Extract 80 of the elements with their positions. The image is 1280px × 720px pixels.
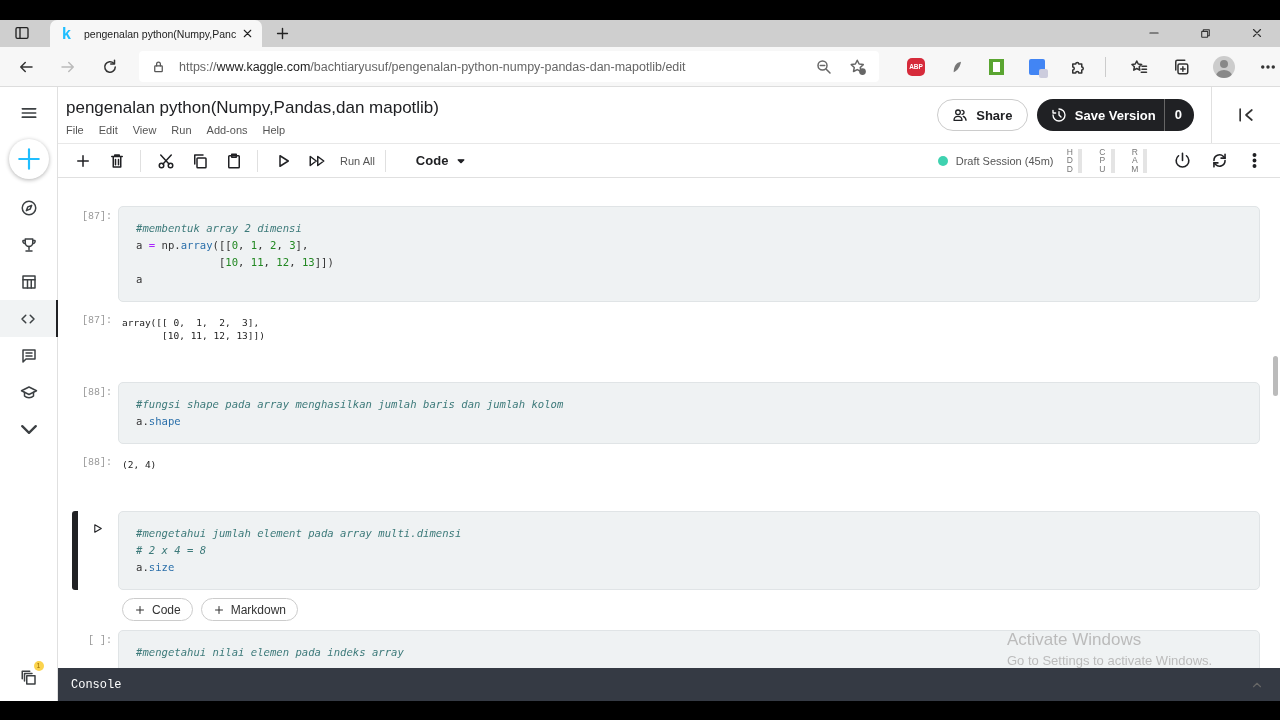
code-line: # 2 x 4 = 8 (136, 543, 207, 558)
cell-prompt: [ ]: (88, 635, 112, 646)
address-field[interactable]: https://www.kaggle.com/bachtiaryusuf/pengenalan-python-numpy-pandas-dan-mapotlib/edit (139, 51, 879, 82)
restart-icon[interactable] (1210, 151, 1229, 170)
code-line: a (136, 272, 143, 287)
close-icon[interactable] (241, 27, 254, 40)
add-markdown-button[interactable]: Markdown (200, 598, 299, 621)
code-cell[interactable]: #membentuk array 2 dimensi a = np.array([[0, 1, 2, 3], [10, 11, 12, 13]]) a (118, 206, 1260, 302)
code-cell[interactable]: #fungsi shape pada array menghasilkan jumlah baris dan jumlah kolom a.shape (118, 382, 1260, 444)
code-line: #mengetahui nilai elemen pada indeks array (136, 645, 404, 660)
browser-tab[interactable]: k pengenalan python(Numpy,Panc (50, 20, 262, 47)
run-cell-icon[interactable] (91, 522, 104, 535)
output-prompt: [88]: (82, 457, 112, 468)
code-cell[interactable]: #mengetahui jumlah element pada array multi.dimensi # 2 x 4 = 8 a.size (118, 511, 1260, 590)
zoom-out-icon[interactable] (815, 57, 833, 76)
cell-output: (2, 4) (122, 458, 157, 471)
copies-icon[interactable] (19, 669, 38, 687)
site-logo: k (62, 24, 72, 43)
tab-actions-icon[interactable] (14, 25, 30, 41)
cell-prompt: [87]: (82, 211, 112, 222)
output-prompt: [87]: (82, 315, 112, 326)
power-icon[interactable] (1173, 151, 1192, 170)
menu-item[interactable]: Edit (98, 124, 118, 136)
menu-item[interactable]: View (132, 124, 157, 136)
collections-icon[interactable] (1172, 57, 1190, 76)
version-count: 0 (1163, 99, 1194, 131)
url-text: https://www.kaggle.com/bachtiaryusuf/pengenalan-python-numpy-pandas-dan-mapotlib/edit (179, 59, 686, 74)
close-icon[interactable] (1250, 26, 1264, 40)
plus-icon (15, 146, 42, 172)
menu-item[interactable]: Help (262, 124, 286, 136)
chevron-down-icon (20, 425, 37, 434)
menu-item[interactable]: File (66, 124, 84, 136)
code-line: [10, 11, 12, 13]]) (217, 255, 334, 270)
clipboard-icon[interactable] (225, 151, 243, 170)
resource-label: CPU (1098, 147, 1107, 174)
meter-bar (1110, 148, 1115, 173)
code-line: #fungsi shape pada array menghasilkan jumlah baris dan jumlah kolom (136, 397, 564, 412)
lock-icon (151, 59, 166, 74)
activation-text: Go to Settings to activate Windows. (1007, 653, 1213, 668)
plus-icon (134, 603, 146, 616)
favorites-icon[interactable] (1130, 57, 1148, 76)
tab-title: pengenalan python(Numpy,Panc (84, 27, 237, 40)
notebook-title[interactable]: pengenalan python(Numpy,Pandas,dan mapotlib) (66, 98, 937, 118)
trophy-icon (19, 235, 38, 254)
compass-icon (19, 198, 38, 217)
add-favorite-icon[interactable] (849, 57, 867, 76)
restore-icon[interactable] (1199, 27, 1212, 40)
activation-title: Activate Windows (1007, 630, 1143, 650)
resource-label: RAM (1130, 147, 1139, 174)
code-line: a.shape (136, 414, 181, 429)
comment-icon (19, 346, 38, 365)
copy-icon[interactable] (191, 151, 209, 170)
menu-item[interactable]: Add-ons (206, 124, 248, 136)
people-icon (952, 107, 969, 123)
cell-prompt: [88]: (82, 387, 112, 398)
scissors-icon[interactable] (157, 151, 175, 170)
avatar-icon[interactable] (1213, 55, 1235, 78)
plus-icon (212, 603, 225, 616)
cell-type-dropdown[interactable]: Code (415, 153, 469, 168)
save-version-button[interactable]: Save Version 0 (1036, 99, 1194, 131)
run-all-button[interactable]: Run All (340, 154, 375, 167)
reload-icon[interactable] (101, 57, 119, 76)
share-button[interactable]: Share (936, 99, 1028, 131)
code-line: #membentuk array 2 dimensi (136, 221, 302, 236)
sidebar-item[interactable] (0, 300, 58, 337)
code-line: a.size (136, 560, 175, 575)
extension-icon[interactable] (989, 58, 1004, 75)
new-tab-icon[interactable] (274, 25, 291, 42)
session-status: Draft Session (45m) (955, 154, 1054, 167)
cell-output: array([[ 0, 1, 2, 3], [10, 11, 12, 13]]) (122, 316, 265, 342)
scrollbar-thumb[interactable] (1273, 356, 1278, 396)
add-code-button[interactable]: Code (122, 598, 193, 621)
menu-item[interactable]: Run (171, 124, 192, 136)
resource-label: HDD (1065, 147, 1074, 174)
history-icon (1050, 107, 1067, 123)
trash-icon[interactable] (108, 151, 126, 170)
code-line: #mengetahui jumlah element pada array multi.dimensi (136, 526, 462, 541)
translate-icon[interactable] (1029, 58, 1045, 75)
code-line: a = np.array([[0, 1, 2, 3], (136, 238, 309, 253)
table-icon (19, 272, 38, 291)
